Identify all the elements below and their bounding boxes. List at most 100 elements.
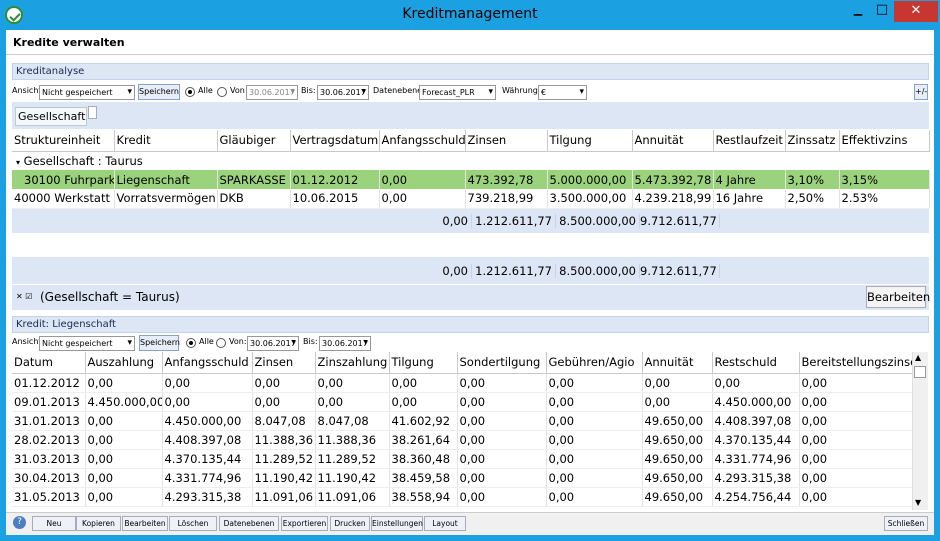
- bis-date-input[interactable]: 30.06.2017: [317, 85, 369, 100]
- table-cell: 0,00: [315, 373, 390, 393]
- column-header[interactable]: Gläubiger: [217, 130, 291, 152]
- column-header[interactable]: Vertragsdatum: [290, 130, 380, 152]
- table-row[interactable]: 31.01.2013 0,00 4.450.000,00 8.047,08 8.047,…: [12, 411, 913, 431]
- table-cell: 0,00: [799, 392, 913, 412]
- column-header[interactable]: Zinssatz: [785, 130, 840, 152]
- column-header[interactable]: Struktureinheit: [12, 130, 115, 152]
- ansicht2-label: Ansicht: [12, 337, 42, 346]
- table-cell: 0,00: [546, 392, 643, 412]
- table-cell: 0,00: [642, 373, 713, 393]
- column-header[interactable]: Zinsen: [465, 130, 548, 152]
- datenebene-select[interactable]: Forecast_PLR: [419, 85, 496, 100]
- table-cell: 0,00: [799, 430, 913, 450]
- speichern2-button[interactable]: Speichern: [139, 335, 180, 351]
- table-cell: 38.360,48: [389, 449, 458, 469]
- alle2-radio[interactable]: [186, 338, 196, 348]
- table-cell: 0,00: [85, 468, 163, 488]
- toolbar-button-einstellungen[interactable]: Einstellungen: [371, 516, 423, 531]
- table-row[interactable]: 31.05.2013 0,00 4.293.315,38 11.091,06 11.09…: [12, 487, 913, 507]
- ansicht2-select[interactable]: Nicht gespeichert: [39, 336, 135, 351]
- column-header[interactable]: Bereitstellungszinsen: [799, 352, 913, 374]
- section-header-liegenschaft: Kredit: Liegenschaft: [12, 316, 929, 333]
- table-cell: 4.331.774,96: [162, 468, 253, 488]
- column-header[interactable]: Auszahlung: [85, 352, 163, 374]
- maximize-button[interactable]: □: [870, 1, 894, 21]
- column-header[interactable]: Effektivzins: [839, 130, 930, 152]
- toolbar-button-bearbeiten[interactable]: Bearbeiten: [122, 516, 168, 531]
- table-cell: 0,00: [457, 430, 547, 450]
- column-header-label: Anfangsschuld: [381, 133, 465, 148]
- von2-date-input[interactable]: 30.06.2017: [247, 336, 299, 351]
- minimize-button[interactable]: ▁: [846, 1, 870, 21]
- table-cell: 0,00: [162, 373, 253, 393]
- column-header-label: Zinsen: [467, 133, 507, 148]
- bearbeiten-filter-button[interactable]: Bearbeiten: [866, 286, 930, 308]
- datenebene-label: Datenebene:: [373, 86, 425, 95]
- table-cell: 0,00: [642, 392, 713, 412]
- column-header-label: Restlaufzeit: [715, 133, 783, 148]
- column-header[interactable]: Sondertilgung: [457, 352, 547, 374]
- table-cell: 0,00: [457, 487, 547, 507]
- alle-radio[interactable]: [185, 87, 195, 97]
- column-header[interactable]: Zinszahlung: [315, 352, 390, 374]
- page-title: Kredite verwalten: [13, 36, 125, 49]
- column-header[interactable]: Annuität: [632, 130, 714, 152]
- table-row[interactable]: 30100 Fuhrpark Liegenschaft SPARKASSE 01.12…: [12, 170, 930, 189]
- table-cell: 4.450.000,00: [162, 411, 253, 431]
- table-cell: 49.650,00: [642, 487, 713, 507]
- toolbar-button-kopieren[interactable]: Kopieren: [76, 516, 121, 531]
- column-header[interactable]: Annuität: [642, 352, 713, 374]
- expand-icon[interactable]: +/-: [914, 84, 928, 100]
- table-cell: 4.370.135,44: [712, 430, 800, 450]
- filter-icon[interactable]: [88, 106, 97, 119]
- table-cell: 0,00: [546, 373, 643, 393]
- table-cell: 09.01.2013: [12, 392, 86, 412]
- table-row[interactable]: 28.02.2013 0,00 4.408.397,08 11.388,36 11.38…: [12, 430, 913, 450]
- help-icon[interactable]: ?: [13, 516, 26, 529]
- table-row[interactable]: 30.04.2013 0,00 4.331.774,96 11.190,42 11.19…: [12, 468, 913, 488]
- table-row[interactable]: 01.12.2012 0,00 0,00 0,00 0,00 0,00 0,00 0,00 0,…: [12, 373, 913, 393]
- table-cell: 0,00: [252, 392, 316, 412]
- column-header-label: Vertragsdatum: [292, 133, 379, 148]
- column-header[interactable]: Anfangsschuld: [162, 352, 253, 374]
- toolbar-button-lschen[interactable]: Löschen: [169, 516, 217, 531]
- schliessen-button[interactable]: Schließen: [884, 516, 928, 531]
- column-header[interactable]: Restschuld: [712, 352, 800, 374]
- toolbar-button-datenebenen[interactable]: Datenebenen: [219, 516, 279, 531]
- group-row[interactable]: ▾ Gesellschaft : Taurus: [12, 151, 929, 170]
- toolbar-button-neu[interactable]: Neu: [32, 516, 76, 531]
- table-cell: 4.450.000,00: [85, 392, 163, 412]
- table-row[interactable]: 09.01.2013 4.450.000,00 0,00 0,00 0,00 0,00 0,…: [12, 392, 913, 412]
- close-button[interactable]: ✕: [894, 1, 938, 22]
- table-cell: 4.331.774,96: [712, 449, 800, 469]
- toolbar-button-exportieren[interactable]: Exportieren: [281, 516, 328, 531]
- scrollbar-thumb[interactable]: [914, 366, 926, 378]
- table-cell: 30100 Fuhrpark: [12, 170, 115, 189]
- column-header[interactable]: Restlaufzeit: [713, 130, 786, 152]
- table-cell: 4 Jahre: [713, 170, 786, 189]
- column-header[interactable]: Gebühren/Agio: [546, 352, 643, 374]
- von-radio[interactable]: [217, 87, 227, 97]
- column-header[interactable]: Kredit: [114, 130, 218, 152]
- toolbar-button-layout[interactable]: Layout: [424, 516, 466, 531]
- column-header[interactable]: Zinsen: [252, 352, 316, 374]
- table-row[interactable]: 40000 Werkstatt Vorratsvermögen DKB 10.06.2…: [12, 189, 930, 209]
- column-header[interactable]: Tilgung: [547, 130, 633, 152]
- table-row[interactable]: 31.03.2013 0,00 4.370.135,44 11.289,52 11.28…: [12, 449, 913, 469]
- speichern-button[interactable]: Speichern: [138, 84, 180, 100]
- von-date-input[interactable]: 30.06.2017: [246, 85, 298, 100]
- von2-radio[interactable]: [216, 338, 226, 348]
- scroll-up-icon[interactable]: ▲: [915, 353, 921, 362]
- scroll-down-icon[interactable]: ▼: [915, 498, 921, 507]
- toolbar-button-drucken[interactable]: Drucken: [330, 516, 370, 531]
- clear-filter-icon[interactable]: ✕ ☑: [16, 292, 32, 301]
- table-cell: 31.01.2013: [12, 411, 86, 431]
- column-header[interactable]: Tilgung: [389, 352, 458, 374]
- column-header[interactable]: Datum: [12, 352, 86, 374]
- waehrung-select[interactable]: €: [538, 85, 587, 100]
- table-cell: 0,00: [389, 392, 458, 412]
- ansicht-select[interactable]: Nicht gespeichert: [39, 85, 135, 100]
- bis2-date-input[interactable]: 30.06.2017: [319, 336, 371, 351]
- column-header[interactable]: Anfangsschuld: [379, 130, 466, 152]
- group-chip-gesellschaft[interactable]: Gesellschaft: [15, 107, 87, 126]
